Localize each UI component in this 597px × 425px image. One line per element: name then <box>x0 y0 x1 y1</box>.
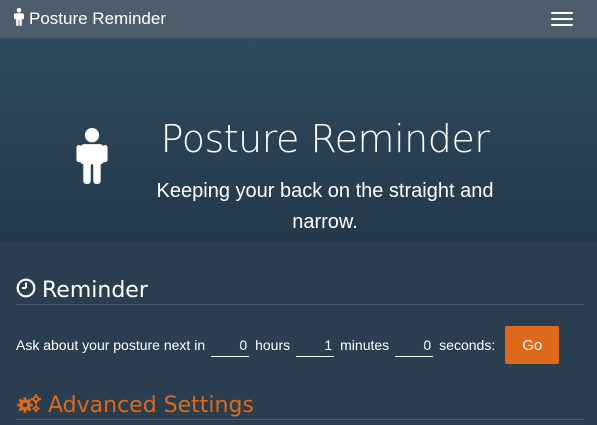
hero-banner: Posture Reminder Keeping your back on th… <box>0 38 597 242</box>
reminder-heading: Reminder <box>42 277 148 303</box>
reminder-form: Ask about your posture next in hours min… <box>16 326 560 364</box>
hamburger-menu-icon[interactable] <box>551 11 573 27</box>
gears-icon <box>16 393 42 418</box>
advanced-settings-heading: Advanced Settings <box>48 392 254 418</box>
navbar-brand[interactable]: Posture Reminder <box>14 7 167 31</box>
seconds-label: seconds: <box>439 337 496 353</box>
minutes-input[interactable] <box>296 333 335 357</box>
reminder-prompt: Ask about your posture next in <box>16 337 206 353</box>
hero-title: Posture Reminder <box>160 117 490 161</box>
seconds-input[interactable] <box>395 333 434 357</box>
hours-label: hours <box>255 337 291 353</box>
go-button[interactable]: Go <box>505 326 560 364</box>
minutes-label: minutes <box>340 337 390 353</box>
advanced-settings-header[interactable]: Advanced Settings <box>16 391 584 420</box>
male-person-icon <box>14 7 24 31</box>
clock-icon <box>16 278 36 303</box>
hours-input[interactable] <box>211 333 250 357</box>
navbar: Posture Reminder <box>0 0 597 38</box>
brand-label: Posture Reminder <box>29 9 167 28</box>
hero-subtitle: Keeping your back on the straight and na… <box>156 180 494 233</box>
male-person-icon <box>76 128 108 189</box>
reminder-section-header: Reminder <box>16 276 584 305</box>
